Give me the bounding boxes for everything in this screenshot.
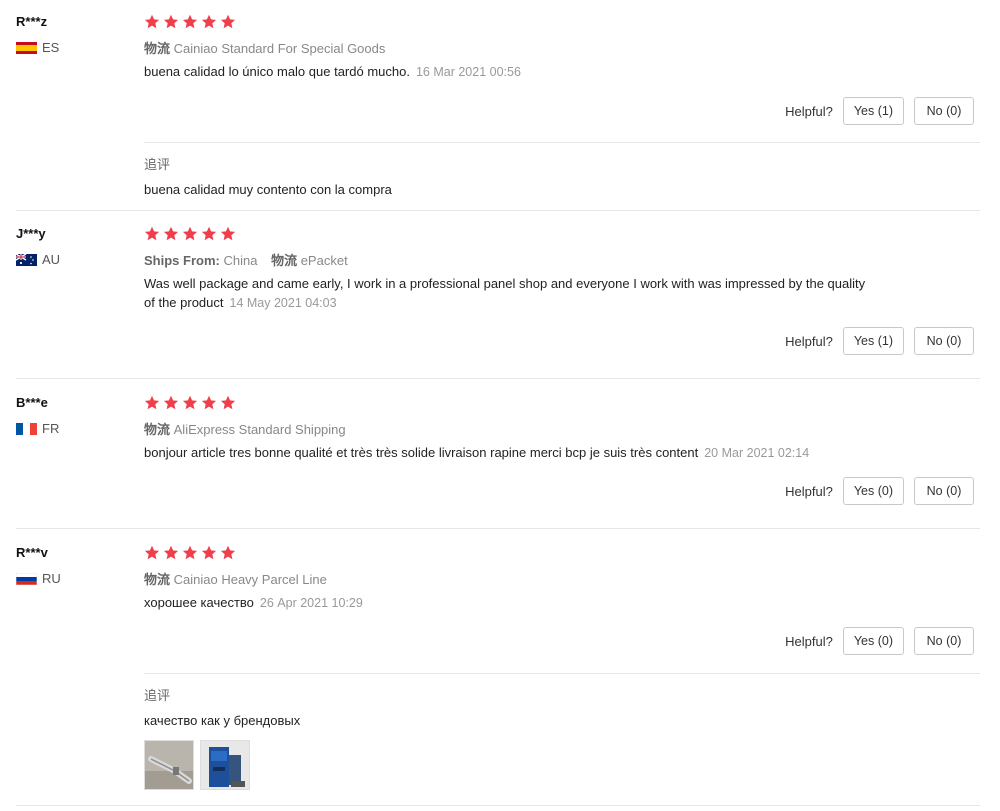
star-icon (163, 395, 179, 411)
helpful-yes-button[interactable]: Yes (0) (842, 627, 904, 655)
review-divider (16, 378, 980, 379)
reviewer-name: B***e (16, 395, 48, 410)
review-date: 20 Mar 2021 02:14 (704, 446, 810, 460)
star-icon (220, 14, 236, 30)
reviewer-country: AU (16, 252, 60, 267)
logistics-method: ePacket (300, 253, 348, 268)
reviewer-country: RU (16, 571, 61, 586)
additional-feedback-label: 追评 (144, 688, 171, 703)
review-date: 16 Mar 2021 00:56 (415, 65, 521, 79)
star-icon (144, 395, 160, 411)
star-icon (163, 14, 179, 30)
helpful-yes-button[interactable]: Yes (1) (842, 327, 904, 355)
star-icon (201, 14, 217, 30)
comment-text: хорошее качество (144, 595, 254, 610)
logistics-info: Ships From: China 物流 ePacket (144, 250, 348, 269)
helpful-label: Helpful? (785, 483, 833, 499)
helpful-vote: Helpful? Yes (0) No (0) (785, 627, 974, 655)
star-icon (220, 226, 236, 242)
star-icon (182, 395, 198, 411)
additional-feedback-text: buena calidad muy contento con la compra (144, 182, 392, 197)
review-comment: bonjour article tres bonne qualité et tr… (144, 443, 874, 463)
star-icon (182, 545, 198, 561)
star-rating (144, 14, 236, 30)
helpful-no-button[interactable]: No (0) (914, 327, 974, 355)
helpful-label: Helpful? (785, 333, 833, 349)
logistics-method: Cainiao Heavy Parcel Line (173, 572, 327, 587)
review-divider (16, 528, 980, 529)
ships-from-label: Ships From: (144, 253, 220, 268)
country-code: FR (42, 421, 60, 436)
star-icon (144, 14, 160, 30)
helpful-vote: Helpful? Yes (1) No (0) (785, 97, 974, 125)
star-icon (163, 226, 179, 242)
review-divider (16, 210, 980, 211)
reviewer-name: R***z (16, 14, 48, 29)
helpful-no-button[interactable]: No (0) (914, 627, 974, 655)
helpful-vote: Helpful? Yes (0) No (0) (785, 477, 974, 505)
star-icon (220, 545, 236, 561)
australia-flag-icon (16, 253, 37, 266)
star-icon (182, 14, 198, 30)
comment-text: buena calidad lo único malo que tardó mu… (144, 64, 410, 79)
star-rating (144, 226, 236, 242)
logistics-label: 物流 (144, 422, 171, 437)
reviewer-name: R***v (16, 545, 48, 560)
logistics-method: Cainiao Standard For Special Goods (173, 41, 386, 56)
logistics-method: AliExpress Standard Shipping (173, 422, 346, 437)
country-code: AU (42, 252, 61, 267)
star-rating (144, 395, 236, 411)
review-divider (16, 805, 980, 806)
reviewer-country: FR (16, 421, 59, 436)
star-icon (182, 226, 198, 242)
comment-text: bonjour article tres bonne qualité et tr… (144, 445, 699, 460)
ships-from-value: China (223, 253, 258, 268)
helpful-label: Helpful? (785, 103, 833, 119)
reviewer-name: J***y (16, 226, 46, 241)
review-comment: хорошее качество 26 Apr 2021 10:29 (144, 593, 874, 613)
helpful-no-button[interactable]: No (0) (914, 477, 974, 505)
star-icon (201, 226, 217, 242)
reviewer-country: ES (16, 40, 59, 55)
star-rating (144, 545, 236, 561)
divider (144, 673, 980, 674)
helpful-yes-button[interactable]: Yes (1) (842, 97, 904, 125)
pipe-photo-icon (145, 741, 193, 789)
country-code: ES (42, 40, 60, 55)
logistics-label: 物流 (144, 41, 171, 56)
star-icon (220, 395, 236, 411)
star-icon (201, 545, 217, 561)
russia-flag-icon (16, 572, 37, 585)
review-comment: buena calidad lo único malo que tardó mu… (144, 62, 874, 82)
review-photo-thumbnail[interactable] (200, 740, 250, 790)
additional-feedback-label: 追评 (144, 157, 171, 172)
review-photo-thumbnail[interactable] (144, 740, 194, 790)
logistics-info: 物流 Cainiao Standard For Special Goods (144, 38, 385, 57)
helpful-vote: Helpful? Yes (1) No (0) (785, 327, 974, 355)
divider (144, 142, 980, 143)
machine-photo-icon (201, 741, 249, 789)
helpful-label: Helpful? (785, 633, 833, 649)
logistics-label: 物流 (144, 572, 171, 587)
helpful-yes-button[interactable]: Yes (0) (842, 477, 904, 505)
logistics-info: 物流 Cainiao Heavy Parcel Line (144, 569, 327, 588)
france-flag-icon (16, 422, 37, 435)
review-date: 26 Apr 2021 10:29 (259, 596, 363, 610)
review-date: 14 May 2021 04:03 (229, 296, 337, 310)
review-comment: Was well package and came early, I work … (144, 274, 874, 313)
country-code: RU (42, 571, 61, 586)
additional-feedback-text: качество как у брендовых (144, 713, 301, 728)
helpful-no-button[interactable]: No (0) (914, 97, 974, 125)
logistics-info: 物流 AliExpress Standard Shipping (144, 419, 346, 438)
star-icon (201, 395, 217, 411)
star-icon (144, 226, 160, 242)
logistics-label: 物流 (271, 253, 298, 268)
spain-flag-icon (16, 41, 37, 54)
star-icon (163, 545, 179, 561)
star-icon (144, 545, 160, 561)
